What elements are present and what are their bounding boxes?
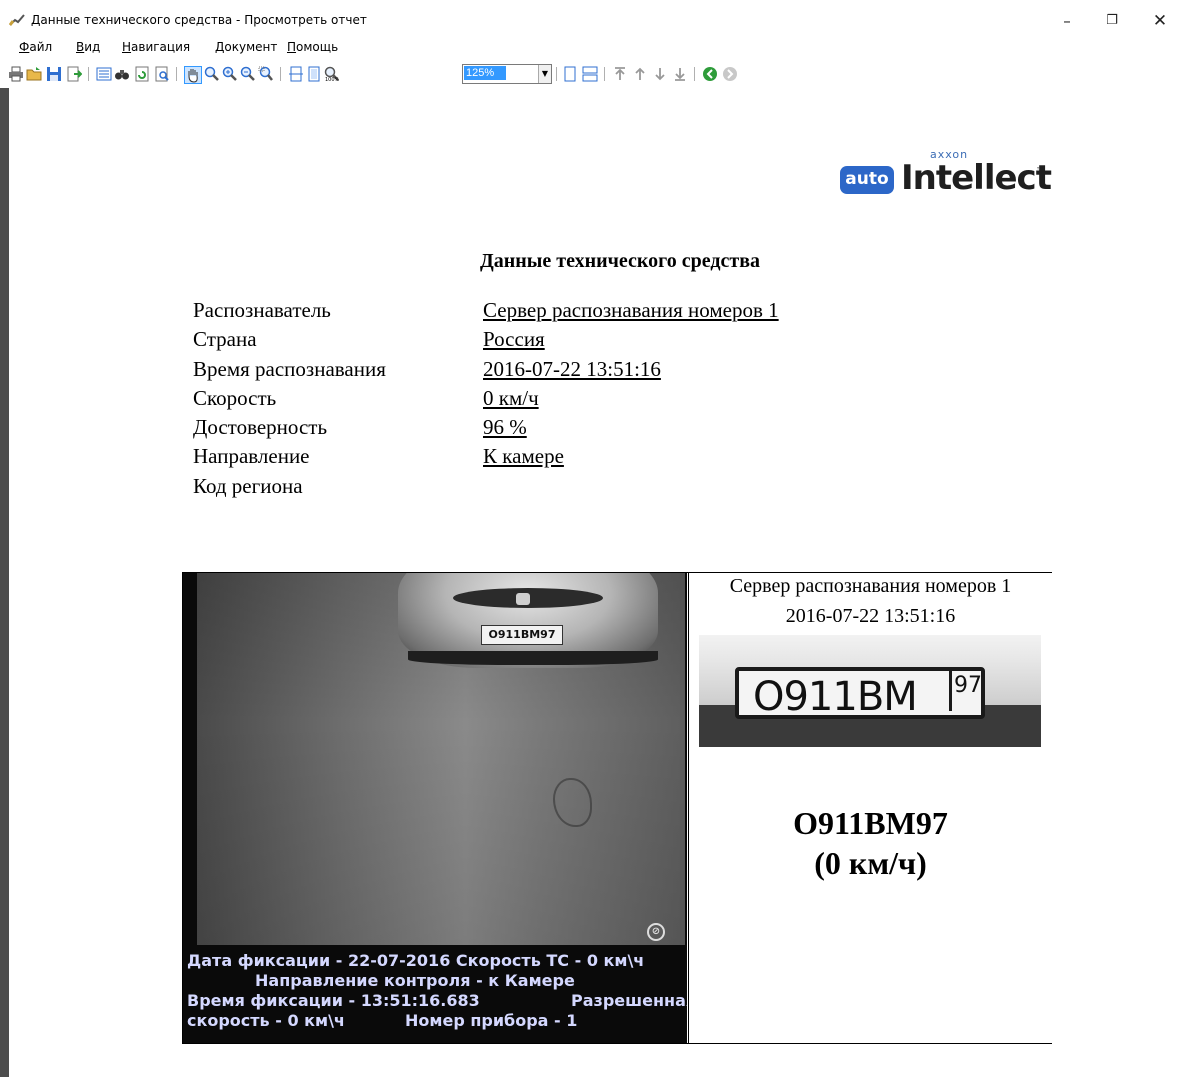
info-time: 2016-07-22 13:51:16 [785, 605, 956, 627]
field-label: Скорость [193, 385, 277, 410]
field-label: Направление [193, 444, 310, 469]
save-icon[interactable] [46, 66, 62, 82]
field-value-link[interactable]: 0 км/ч [483, 386, 539, 411]
camera-watermark-icon: ⊘ [647, 923, 665, 941]
minimize-button[interactable]: – [1045, 8, 1089, 34]
overlay-line: скорость - 0 км\ч Номер прибора - 1 [187, 1011, 578, 1030]
info-server: Сервер распознавания номеров 1 [729, 575, 1012, 597]
field-value-link[interactable]: К камере [483, 444, 564, 469]
report-app-icon [9, 14, 25, 26]
actual-size-icon[interactable]: 100% [324, 66, 340, 82]
overlay-line: Направление контроля - к Камере [255, 971, 575, 990]
field-label: Распознаватель [193, 298, 331, 322]
field-label: Код региона [193, 473, 303, 498]
field-value-link[interactable]: 96 % [483, 415, 527, 440]
fit-page-icon[interactable] [306, 66, 322, 82]
prev-page-icon[interactable] [632, 66, 648, 82]
capture-panel: О911ВМ97 ⊘ Дата фиксации - 22-07-2016 Ск… [182, 572, 1052, 1044]
recognition-info: Сервер распознавания номеров 1 2016-07-2… [688, 573, 1052, 1043]
last-page-icon[interactable] [672, 66, 688, 82]
zoom-out-icon[interactable] [240, 66, 256, 82]
close-button[interactable]: ✕ [1138, 8, 1182, 34]
refresh-icon[interactable] [134, 66, 150, 82]
report-title: Данные технического средства [480, 250, 760, 272]
field-label: Время распознавания [193, 356, 386, 381]
maximize-button[interactable]: ❐ [1090, 8, 1134, 34]
field-label: Достоверность [193, 415, 328, 440]
find-icon[interactable] [114, 66, 130, 82]
field-value-link[interactable]: Сервер распознавания номеров 1 [483, 298, 779, 323]
next-page-icon[interactable] [652, 66, 668, 82]
recognized-speed: (0 км/ч) [814, 845, 927, 881]
zoom-value: 125% [464, 66, 506, 80]
open-icon[interactable] [26, 66, 42, 82]
zoom-in-icon[interactable] [222, 66, 238, 82]
menu-file[interactable]: Файл [19, 40, 52, 54]
recognized-plate: О911ВМ97 [793, 805, 948, 841]
forward-icon[interactable] [722, 66, 738, 82]
menu-bar: Файл Вид Навигация Документ Помощь [0, 38, 1184, 58]
plate-crop-region: 97 [949, 671, 984, 711]
zoom-rect-icon[interactable] [258, 66, 274, 82]
menu-view[interactable]: Вид [76, 40, 100, 54]
fit-width-icon[interactable] [288, 66, 304, 82]
export-icon[interactable] [66, 66, 82, 82]
first-page-icon[interactable] [612, 66, 628, 82]
multi-page-icon[interactable] [582, 66, 598, 82]
page-edge [0, 88, 9, 1077]
field-label: Страна [193, 327, 257, 352]
car-emblem-icon [516, 593, 530, 605]
menu-help[interactable]: Помощь [287, 40, 338, 54]
print-icon[interactable] [8, 66, 24, 82]
intellect-wordmark: Intellect [901, 158, 1052, 198]
title-bar: Данные технического средства - Просмотре… [0, 0, 1184, 34]
field-value-link[interactable]: Россия [483, 327, 545, 352]
menu-document[interactable]: Документ [215, 40, 277, 54]
zoom-icon[interactable] [204, 66, 220, 82]
auto-intellect-logo: axxon auto Intellect ™ [838, 148, 1052, 202]
car-plate: О911ВМ97 [481, 625, 563, 645]
zoom-select[interactable]: 125% ▼ [462, 64, 552, 84]
chevron-down-icon[interactable]: ▼ [538, 65, 551, 83]
trademark-mark: ™ [1036, 166, 1044, 175]
svg-text:100%: 100% [325, 77, 340, 82]
auto-badge: auto [840, 166, 894, 194]
page-setup-icon[interactable] [154, 66, 170, 82]
overlay-line: Дата фиксации - 22-07-2016 Скорость ТС -… [187, 951, 645, 970]
hand-icon[interactable] [184, 66, 202, 84]
menu-navigation[interactable]: Навигация [122, 40, 190, 54]
frame-overlay-text: Дата фиксации - 22-07-2016 Скорость ТС -… [183, 951, 687, 1031]
plate-crop-image: О911ВМ 97 [699, 635, 1041, 747]
overlay-line: Время фиксации - 13:51:16.683 Разрешенна… [187, 991, 687, 1010]
single-page-icon[interactable] [562, 66, 578, 82]
back-icon[interactable] [702, 66, 718, 82]
camera-frame: О911ВМ97 ⊘ Дата фиксации - 22-07-2016 Ск… [183, 573, 687, 1043]
plate-crop-number: О911ВМ [735, 667, 985, 720]
toc-icon[interactable] [96, 66, 112, 82]
toolbar: 100% 125% ▼ [0, 62, 1184, 86]
window-title: Данные технического средства - Просмотре… [31, 13, 367, 27]
field-value-link[interactable]: 2016-07-22 13:51:16 [483, 357, 661, 382]
